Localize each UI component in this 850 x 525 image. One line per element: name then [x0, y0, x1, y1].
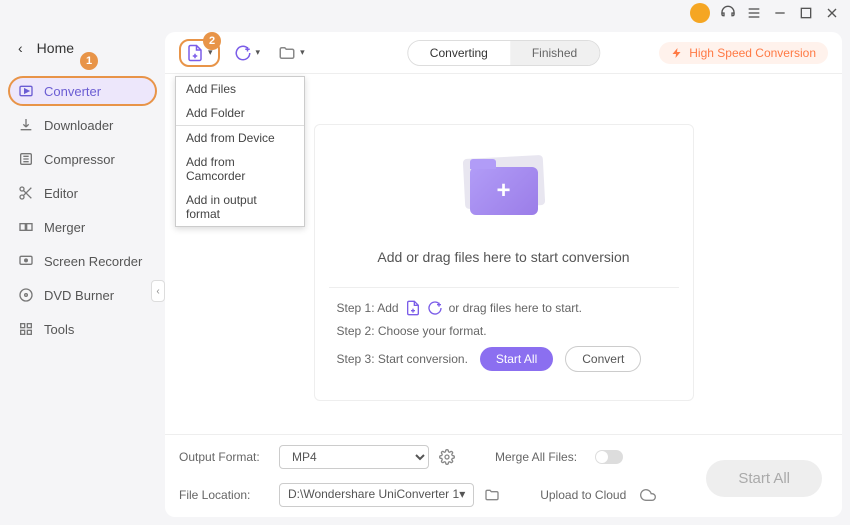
drop-zone[interactable]: + Add or drag files here to start conver…: [314, 124, 694, 401]
sidebar-collapse-handle[interactable]: ‹: [151, 280, 165, 302]
folder-graphic: +: [449, 151, 559, 231]
compressor-icon: [18, 151, 34, 167]
step-1: Step 1: Add or drag files here to start.: [337, 300, 671, 316]
grid-icon: [18, 321, 34, 337]
sidebar-item-label: Converter: [44, 84, 101, 99]
tab-finished[interactable]: Finished: [510, 41, 599, 65]
tab-converting[interactable]: Converting: [408, 41, 510, 65]
start-all-button[interactable]: Start All: [480, 347, 553, 371]
high-speed-badge[interactable]: High Speed Conversion: [659, 42, 828, 64]
sidebar-item-label: Merger: [44, 220, 85, 235]
scissors-icon: [18, 185, 34, 201]
add-folder-button[interactable]: ▾: [274, 42, 309, 64]
sidebar-item-dvd-burner[interactable]: DVD Burner: [8, 280, 157, 310]
minimize-icon[interactable]: [772, 5, 788, 21]
dd-add-folder[interactable]: Add Folder: [176, 101, 304, 125]
sidebar-item-editor[interactable]: Editor: [8, 178, 157, 208]
add-dropdown-menu: Add Files Add Folder Add from Device Add…: [175, 76, 305, 227]
file-location-select[interactable]: D:\Wondershare UniConverter 1 ▾: [279, 483, 474, 507]
sidebar-item-compressor[interactable]: Compressor: [8, 144, 157, 174]
dd-add-files[interactable]: Add Files: [176, 77, 304, 101]
user-avatar[interactable]: [690, 3, 710, 23]
screen-recorder-icon: [18, 253, 34, 269]
merge-toggle[interactable]: [595, 450, 623, 464]
close-icon[interactable]: [824, 5, 840, 21]
sidebar-item-downloader[interactable]: Downloader: [8, 110, 157, 140]
sidebar-item-label: Tools: [44, 322, 74, 337]
sidebar-item-label: Downloader: [44, 118, 113, 133]
headset-icon[interactable]: [720, 5, 736, 21]
sidebar-item-tools[interactable]: Tools: [8, 314, 157, 344]
gear-icon[interactable]: [439, 449, 455, 465]
sidebar-item-label: Compressor: [44, 152, 115, 167]
dd-add-from-camcorder[interactable]: Add from Camcorder: [176, 150, 304, 188]
sidebar-item-merger[interactable]: Merger: [8, 212, 157, 242]
dd-add-from-device[interactable]: Add from Device: [176, 125, 304, 150]
home-label: Home: [37, 40, 74, 56]
refresh-add-icon: [234, 44, 252, 62]
output-format-label: Output Format:: [179, 450, 269, 464]
refresh-add-icon[interactable]: [427, 300, 443, 316]
lightning-icon: [671, 47, 683, 59]
chevron-down-icon: ▾: [300, 47, 305, 58]
file-location-label: File Location:: [179, 488, 269, 502]
step-3: Step 3: Start conversion. Start All Conv…: [337, 346, 671, 372]
drop-text: Add or drag files here to start conversi…: [377, 249, 629, 265]
disc-icon: [18, 287, 34, 303]
file-add-icon[interactable]: [405, 300, 421, 316]
sidebar-item-label: Editor: [44, 186, 78, 201]
upload-cloud-label: Upload to Cloud: [540, 488, 630, 502]
chevron-down-icon: ▾: [256, 47, 261, 58]
sidebar-item-label: DVD Burner: [44, 288, 114, 303]
dd-add-in-output[interactable]: Add in output format: [176, 188, 304, 226]
folder-open-icon[interactable]: [484, 487, 500, 503]
merge-label: Merge All Files:: [495, 450, 585, 464]
folder-icon: [278, 44, 296, 62]
cloud-icon[interactable]: [640, 487, 656, 503]
speed-label: High Speed Conversion: [689, 46, 816, 60]
menu-icon[interactable]: [746, 5, 762, 21]
maximize-icon[interactable]: [798, 5, 814, 21]
chevron-left-icon: ‹: [18, 40, 23, 56]
download-icon: [18, 117, 34, 133]
sidebar-item-screen-recorder[interactable]: Screen Recorder: [8, 246, 157, 276]
merger-icon: [18, 219, 34, 235]
sidebar-item-label: Screen Recorder: [44, 254, 142, 269]
footer-start-all-button[interactable]: Start All: [706, 460, 822, 497]
conversion-tabs: Converting Finished: [407, 40, 600, 66]
sidebar-item-converter[interactable]: Converter: [8, 76, 157, 106]
convert-button[interactable]: Convert: [565, 346, 641, 372]
converter-icon: [18, 83, 34, 99]
add-url-button[interactable]: ▾: [230, 42, 265, 64]
step-2: Step 2: Choose your format.: [337, 324, 671, 338]
annotation-badge-2: 2: [203, 32, 221, 50]
file-add-icon: [186, 44, 204, 62]
annotation-badge-1: 1: [80, 52, 98, 70]
output-format-select[interactable]: MP4: [279, 445, 429, 469]
